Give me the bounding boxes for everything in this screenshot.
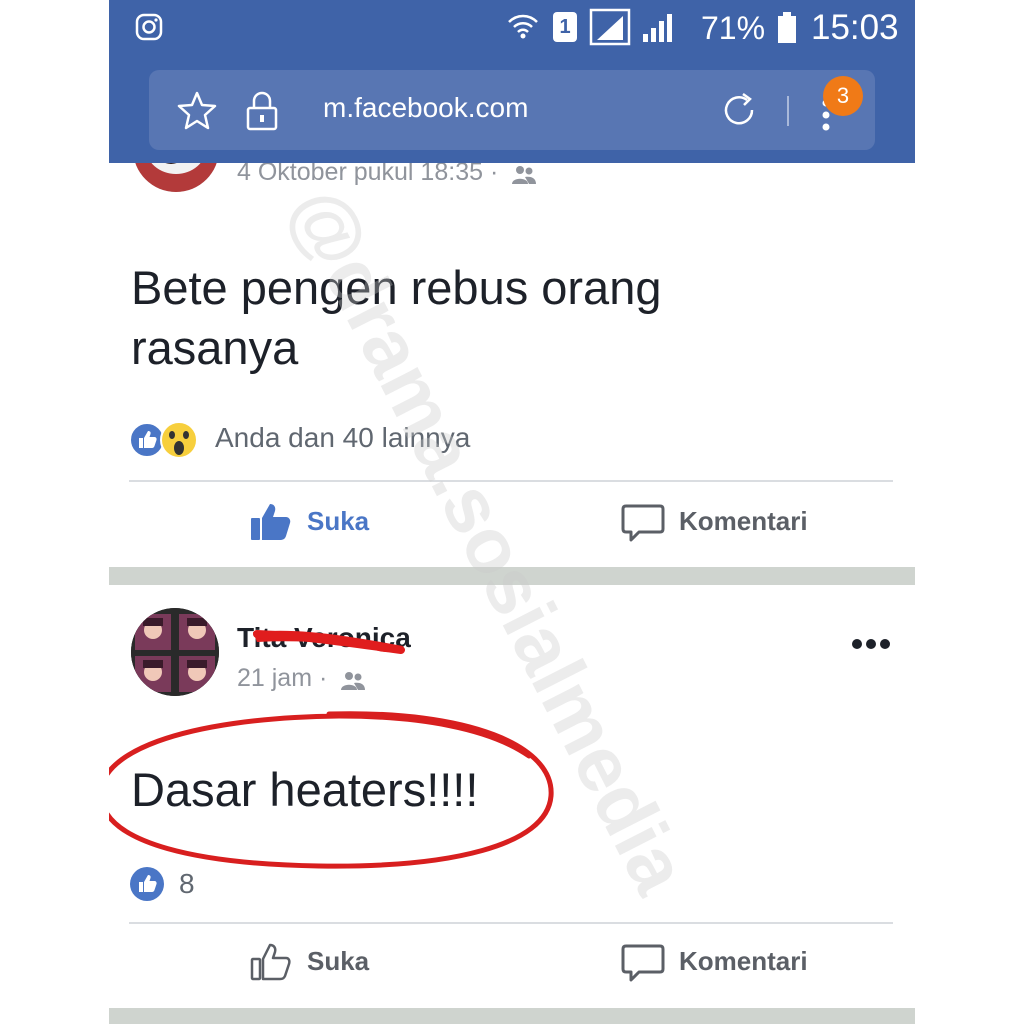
red-circle-annotation bbox=[109, 706, 569, 876]
url-text[interactable]: m.facebook.com bbox=[323, 92, 528, 124]
more-options-icon[interactable] bbox=[849, 632, 893, 656]
comment-icon bbox=[621, 500, 665, 544]
post1-divider bbox=[129, 480, 893, 482]
status-bar: 1 71% 15:03 bbox=[109, 0, 915, 58]
thumbs-up-outline-icon bbox=[249, 940, 293, 984]
like-reaction-icon bbox=[129, 866, 165, 902]
post2-meta: 21 jam · bbox=[237, 664, 366, 693]
post1-reaction-summary: Anda dan 40 lainnya bbox=[215, 422, 471, 453]
post2-comment-label: Komentari bbox=[679, 946, 808, 976]
post2-timestamp[interactable]: 21 jam · bbox=[237, 664, 327, 692]
address-bar[interactable]: m.facebook.com 3 bbox=[149, 70, 875, 150]
menu-badge[interactable]: 3 bbox=[823, 76, 863, 116]
wifi-icon bbox=[507, 10, 539, 44]
browser-chrome: 1 71% 15:03 m.facebook.com 3 bbox=[109, 0, 915, 163]
feed-separator bbox=[109, 1008, 915, 1024]
reload-icon[interactable] bbox=[719, 90, 759, 130]
feed-separator bbox=[109, 567, 915, 585]
comment-icon bbox=[621, 940, 665, 984]
battery-percent: 71% bbox=[701, 10, 766, 46]
clock: 15:03 bbox=[811, 8, 899, 47]
post2-avatar[interactable] bbox=[131, 608, 219, 696]
battery-icon bbox=[777, 12, 797, 44]
friends-icon bbox=[340, 669, 366, 691]
post1-text: Bete pengen rebus orang rasanya bbox=[131, 261, 662, 374]
phone-screen: 4 Oktober pukul 18:35 · Bete pengen rebu… bbox=[109, 0, 915, 1024]
post2-reaction-count: 8 bbox=[179, 868, 195, 899]
lock-icon bbox=[245, 90, 279, 132]
wow-reaction-icon bbox=[159, 420, 199, 460]
instagram-icon bbox=[135, 13, 163, 41]
signal-icon bbox=[589, 8, 631, 46]
star-icon[interactable] bbox=[177, 90, 217, 130]
post2-divider bbox=[129, 922, 893, 924]
post1-comment-label: Komentari bbox=[679, 506, 808, 536]
post2-like-label: Suka bbox=[307, 946, 370, 976]
sim-icon: 1 bbox=[553, 12, 577, 42]
post1-like-label: Suka bbox=[307, 506, 370, 536]
toolbar-separator bbox=[787, 96, 789, 126]
signal-icon bbox=[641, 12, 675, 44]
thumbs-up-filled-icon bbox=[249, 500, 293, 544]
friends-icon bbox=[511, 163, 537, 185]
red-scribble-redaction bbox=[247, 620, 407, 660]
